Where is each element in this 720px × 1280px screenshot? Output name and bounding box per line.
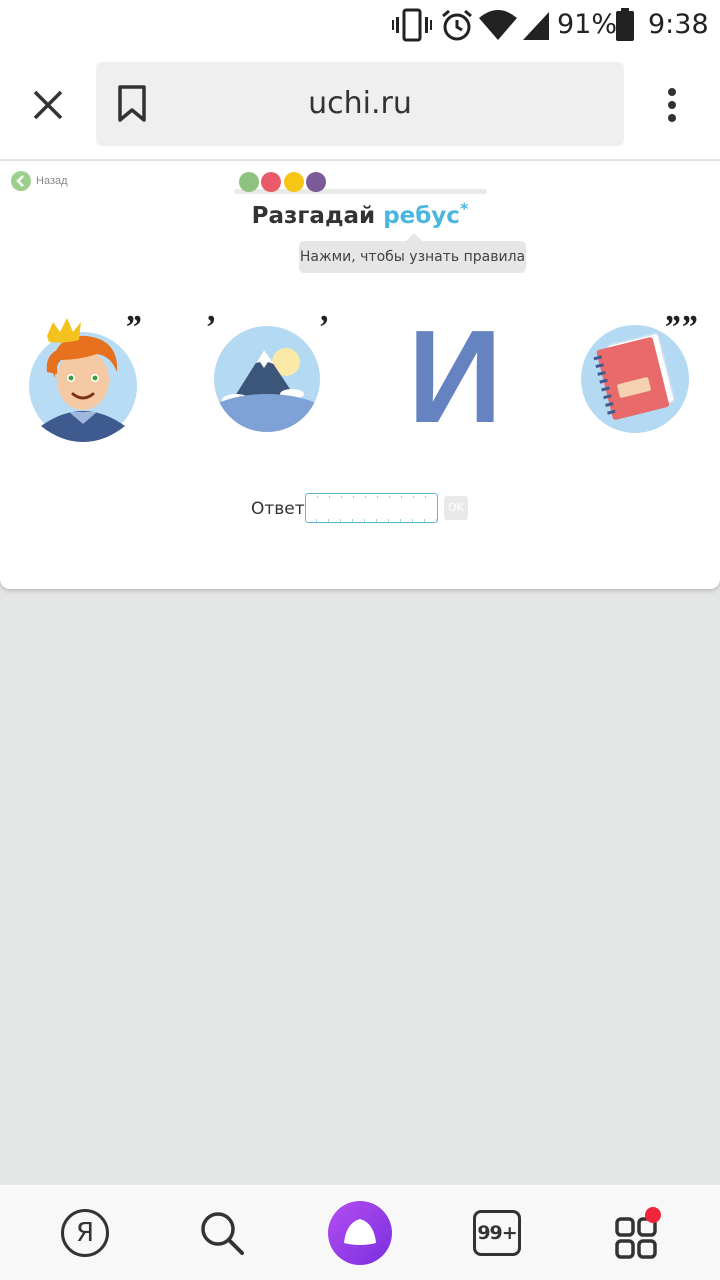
rebus-mark-right-2: ’ [317, 309, 329, 346]
alice-button[interactable] [328, 1201, 392, 1265]
tabs-button[interactable]: 99+ [465, 1201, 529, 1265]
rebus-marks-4: ”” [663, 309, 697, 346]
answer-input-guides [305, 519, 438, 522]
close-button[interactable] [23, 80, 73, 130]
rebus-letter: И [407, 303, 503, 450]
progress-dot-3 [284, 172, 304, 192]
progress-dot-4 [306, 172, 326, 192]
close-icon [33, 90, 63, 120]
bottom-navigation: Я 99+ [0, 1184, 720, 1280]
apps-icon [615, 1207, 661, 1259]
page-title[interactable]: Разгадай ребус* [0, 199, 720, 229]
back-arrow-icon [11, 171, 31, 191]
title-prefix: Разгадай [251, 203, 376, 229]
vibrate-icon [392, 8, 432, 42]
address-bar[interactable]: uchi.ru [96, 62, 624, 146]
back-label: Назад [36, 175, 68, 187]
clock: 9:38 [648, 9, 709, 40]
alice-icon [328, 1201, 392, 1265]
tabs-icon: 99+ [473, 1210, 521, 1256]
mountain-icon [214, 326, 320, 432]
progress-dot-2 [261, 172, 281, 192]
title-accent: ребус [383, 203, 460, 229]
battery-percent: 91% [557, 9, 618, 40]
search-icon [201, 1212, 244, 1255]
wifi-icon [479, 10, 517, 40]
yandex-icon: Я [61, 1209, 109, 1257]
back-link[interactable]: Назад [11, 171, 68, 191]
answer-label: Ответ: [251, 499, 311, 519]
alarm-icon [442, 9, 472, 41]
ok-button[interactable]: OK [444, 496, 468, 520]
apps-button[interactable] [603, 1201, 667, 1265]
url-text: uchi.ru [308, 86, 412, 121]
battery-icon [616, 8, 634, 41]
more-menu-button[interactable] [647, 80, 697, 130]
rules-tooltip[interactable]: Нажми, чтобы узнать правила [299, 233, 526, 273]
signal-icon [523, 12, 549, 40]
progress-dot-1 [239, 172, 259, 192]
notification-dot [645, 1207, 661, 1223]
rebus-marks-1: ” [124, 309, 141, 346]
status-bar: 91% 9:38 [0, 0, 720, 50]
title-star: * [459, 199, 469, 218]
search-button[interactable] [190, 1201, 254, 1265]
prince-icon [29, 318, 137, 442]
more-menu-icon [668, 88, 676, 122]
yandex-button[interactable]: Я [53, 1201, 117, 1265]
browser-toolbar: uchi.ru [0, 50, 720, 160]
web-content: Назад Разгадай ребус* Нажми, чтобы узнат… [0, 161, 720, 589]
